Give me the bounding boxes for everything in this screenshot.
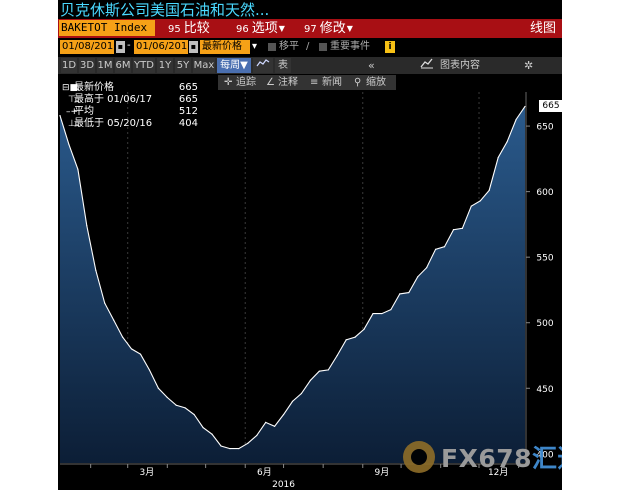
data-point bbox=[220, 445, 222, 447]
legend-last-value: 665 bbox=[178, 82, 198, 93]
data-point bbox=[488, 189, 490, 191]
data-point bbox=[327, 369, 329, 371]
data-point bbox=[479, 200, 481, 202]
data-point bbox=[336, 354, 338, 357]
data-point bbox=[256, 434, 258, 437]
data-point bbox=[506, 141, 508, 143]
data-point bbox=[59, 114, 61, 117]
data-point bbox=[274, 425, 276, 427]
chart-window: 贝克休斯公司美国石油和天然... BAKETOT Index 95 比较 96 选项… bbox=[58, 0, 562, 490]
data-point bbox=[309, 379, 311, 382]
legend-low-value: 404 bbox=[178, 118, 198, 129]
y-tick-label: 600 bbox=[536, 188, 553, 198]
data-point bbox=[497, 156, 499, 159]
legend-average-value: 512 bbox=[178, 106, 198, 117]
watermark-logo-icon bbox=[403, 441, 435, 473]
data-point bbox=[265, 421, 267, 423]
legend-average-label: 平均 bbox=[74, 106, 94, 117]
data-point bbox=[193, 413, 195, 416]
legend-last-label: 最新价格 bbox=[74, 82, 114, 93]
data-point bbox=[166, 396, 168, 399]
price-chart[interactable]: 4004505005506006503月 6月 9月 12月2016 bbox=[58, 0, 562, 490]
data-point bbox=[77, 168, 79, 170]
price-area bbox=[60, 106, 525, 464]
data-point bbox=[354, 336, 356, 338]
x-axis-year-label: 2016 bbox=[272, 480, 295, 490]
data-point bbox=[372, 312, 374, 315]
data-point bbox=[130, 348, 133, 350]
last-price-tag: 665 bbox=[539, 100, 562, 113]
data-point bbox=[417, 276, 419, 278]
data-point bbox=[390, 309, 392, 311]
watermark: FX678汇通网 bbox=[403, 437, 562, 473]
data-point bbox=[184, 407, 186, 409]
data-point bbox=[443, 246, 446, 248]
legend-row-average: –+ 平均 512 bbox=[62, 106, 198, 118]
y-tick-label: 650 bbox=[536, 123, 553, 133]
data-point bbox=[157, 387, 159, 389]
legend-row-last: ⊟■ 最新价格 665 bbox=[62, 82, 198, 94]
data-point bbox=[95, 269, 97, 271]
data-point bbox=[282, 413, 285, 416]
watermark-cn: 汇通网 bbox=[532, 444, 562, 473]
data-point bbox=[461, 227, 464, 229]
data-point bbox=[345, 339, 347, 341]
data-point bbox=[86, 225, 88, 227]
data-point bbox=[238, 447, 240, 450]
data-point bbox=[434, 248, 437, 250]
data-point bbox=[408, 291, 410, 294]
data-point bbox=[211, 433, 213, 435]
legend-row-high: ⊤ 最高于 01/06/17 665 bbox=[62, 94, 198, 106]
data-point bbox=[68, 143, 70, 146]
data-point bbox=[175, 404, 177, 406]
y-tick-label: 500 bbox=[536, 319, 553, 329]
y-tick-label: 450 bbox=[536, 385, 553, 395]
x-tick-label: 6月 bbox=[257, 467, 272, 478]
x-tick-label: 3月 bbox=[140, 467, 155, 478]
data-point bbox=[381, 312, 383, 315]
data-point bbox=[300, 392, 303, 395]
data-point bbox=[148, 369, 151, 371]
data-point bbox=[104, 302, 106, 304]
watermark-latin: FX678 bbox=[441, 444, 533, 473]
data-point bbox=[291, 400, 294, 402]
data-point bbox=[139, 353, 142, 355]
data-point bbox=[515, 118, 517, 121]
data-point bbox=[426, 267, 428, 269]
data-point bbox=[229, 447, 231, 450]
legend-high-value: 665 bbox=[178, 94, 198, 105]
y-tick-label: 550 bbox=[536, 254, 553, 264]
legend-row-low: ⊥ 最低于 05/20/16 404 bbox=[62, 118, 198, 130]
legend-low-label: 最低于 05/20/16 bbox=[74, 118, 153, 129]
watermark-text: FX678汇通网 bbox=[441, 439, 562, 475]
data-point bbox=[202, 427, 204, 429]
data-point bbox=[452, 229, 455, 231]
x-tick-label: 9月 bbox=[375, 467, 390, 478]
legend: ⊟■ 最新价格 665 ⊤ 最高于 01/06/17 665 –+ 平均 512… bbox=[62, 82, 198, 130]
data-point bbox=[113, 319, 115, 321]
data-point bbox=[524, 105, 526, 108]
data-point bbox=[363, 328, 365, 330]
data-point bbox=[399, 293, 401, 295]
data-point bbox=[318, 370, 320, 372]
data-point bbox=[247, 442, 249, 444]
data-point bbox=[121, 336, 124, 338]
data-point bbox=[470, 205, 472, 207]
legend-high-label: 最高于 01/06/17 bbox=[74, 94, 153, 105]
